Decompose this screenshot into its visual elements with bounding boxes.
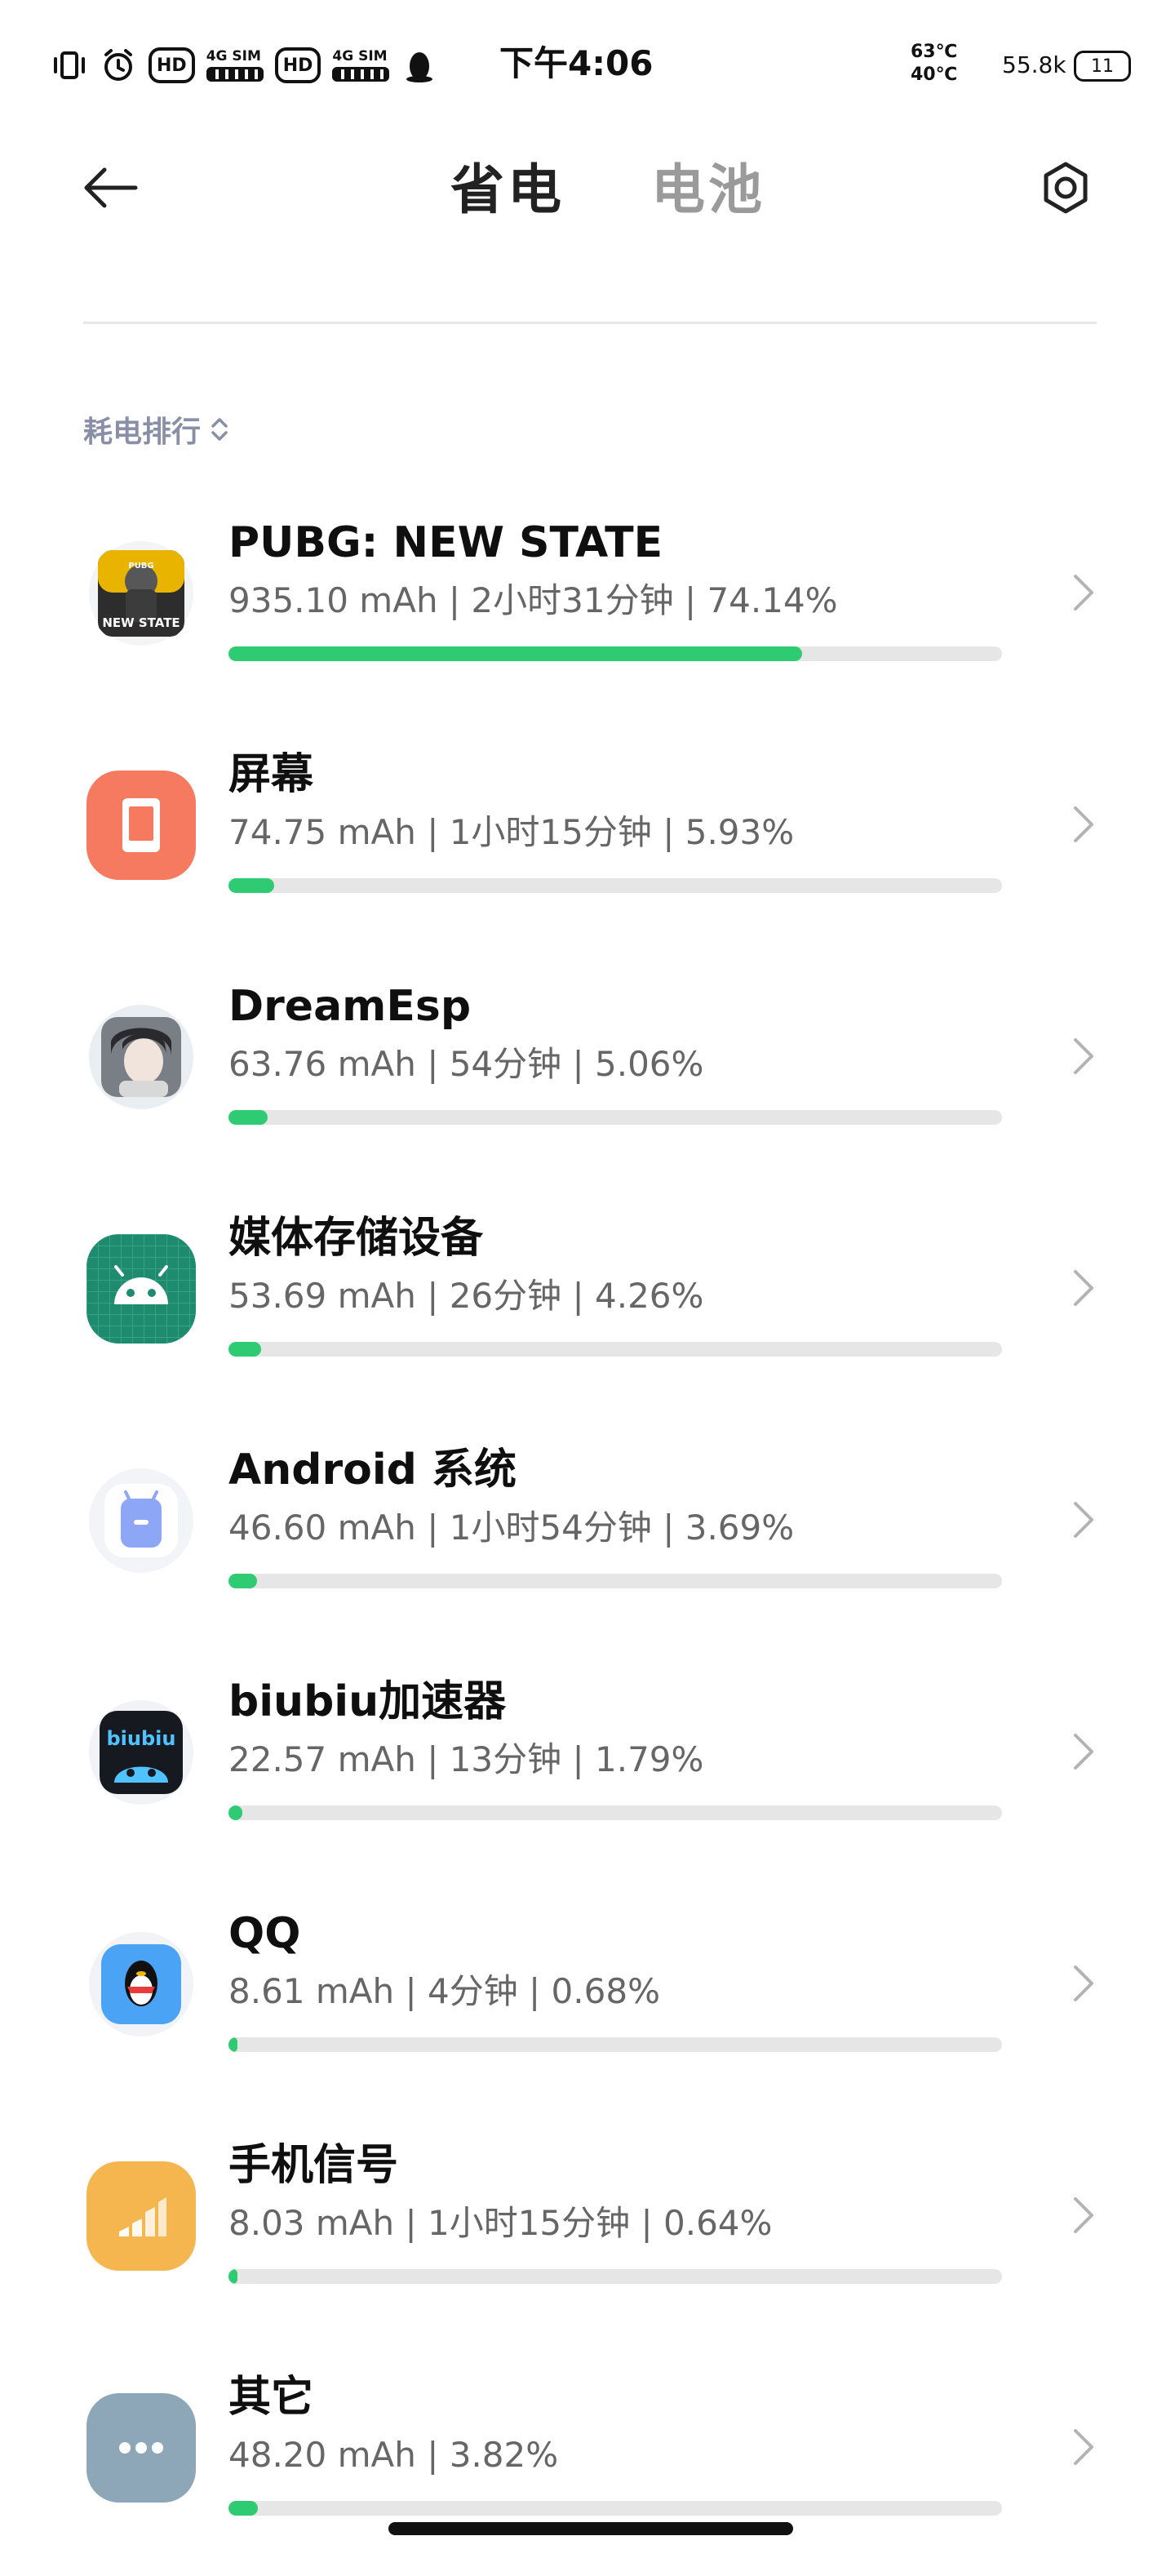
list-item-android-system[interactable]: Android 系统 46.60 mAh | 1小时54分钟 | 3.69% [0,1417,1175,1649]
list-item-dreamesp[interactable]: DreamEsp 63.76 mAh | 54分钟 | 5.06% [0,953,1175,1185]
chevron-right-icon [1074,806,1093,842]
usage-bar-fill [228,2501,259,2516]
more-dots-icon [86,2393,196,2503]
settings-button[interactable] [1033,155,1098,220]
item-usage: 74.75 mAh | 1小时15分钟 | 5.93% [228,812,795,852]
sort-updown-icon [211,418,228,441]
usage-bar-fill [228,1110,268,1125]
home-indicator[interactable] [388,2522,793,2535]
item-name: biubiu加速器 [228,1677,507,1726]
dreamesp-icon [86,1002,196,1112]
signal-bars-icon [332,67,390,82]
hd-badge-1: HD [149,47,195,83]
item-usage: 8.61 mAh | 4分钟 | 0.68% [228,1971,660,2011]
item-name: 其它 [228,2373,314,2422]
battery-level: 11 [1091,56,1114,77]
item-usage: 22.57 mAh | 13分钟 | 1.79% [228,1739,704,1779]
usage-bar-fill [228,1574,257,1588]
temp-bottom: 40℃ [911,64,958,85]
chevron-right-icon [1074,1965,1093,2001]
sort-selector[interactable]: 耗电排行 [83,408,230,451]
chevron-right-icon [1074,2429,1093,2465]
sort-label: 耗电排行 [83,415,202,449]
android-system-icon [86,1466,196,1575]
sim2-signal: 4G SIM [332,48,390,82]
usage-bar [228,1342,1002,1357]
item-usage: 48.20 mAh | 3.82% [228,2435,559,2475]
usage-bar [228,1805,1002,1820]
usage-bar [228,646,1002,661]
usage-bar-fill [228,1342,262,1357]
chevron-right-icon [1074,2197,1093,2233]
tab-battery[interactable]: 电池 [651,153,765,227]
svg-text:biubiu: biubiu [107,1727,176,1750]
header: 省电 电池 [0,139,1175,237]
screen-icon [86,771,196,880]
usage-bar-fill [228,646,802,661]
vibrate-icon [51,47,88,84]
item-usage: 8.03 mAh | 1小时15分钟 | 0.64% [228,2203,773,2243]
usage-bar-fill [228,2037,238,2052]
item-usage: 53.69 mAh | 26分钟 | 4.26% [228,1276,704,1316]
list-item-cell-signal[interactable]: 手机信号 8.03 mAh | 1小时15分钟 | 0.64% [0,2112,1175,2344]
item-name: 媒体存储设备 [228,1214,484,1263]
svg-text:NEW STATE: NEW STATE [102,615,180,630]
temp-top: 63℃ [911,42,958,62]
usage-bar [228,878,1002,893]
chevron-right-icon [1074,575,1093,611]
sim2-label: 4G SIM [332,48,388,64]
usage-bar [228,2269,1002,2284]
chevron-right-icon [1074,1270,1093,1306]
sim1-signal: 4G SIM [206,49,264,82]
list-item-pubg[interactable]: PUBG NEW STATE PUBG: NEW STATE 935.10 mA… [0,490,1175,722]
usage-bar [228,2037,1002,2052]
status-bar: HD 4G SIM HD 4G SIM 下午4:06 63℃ 40℃ 55.8k… [0,0,1175,122]
item-usage: 935.10 mAh | 2小时31分钟 | 74.14% [228,580,838,620]
gear-icon [1044,162,1088,214]
item-name: DreamEsp [228,982,472,1031]
list-item-biubiu[interactable]: biubiu biubiu加速器 22.57 mAh | 13分钟 | 1.79… [0,1649,1175,1881]
qq-penguin-icon [401,47,438,84]
pubg-icon: PUBG NEW STATE [86,539,196,648]
chevron-right-icon [1074,1502,1093,1538]
usage-bar [228,1574,1002,1588]
item-usage: 46.60 mAh | 1小时54分钟 | 3.69% [228,1508,795,1548]
battery-icon: 11 [1074,51,1131,82]
signal-icon [86,2161,196,2271]
status-icons-left: HD 4G SIM HD 4G SIM [51,41,438,90]
list-item-screen[interactable]: 屏幕 74.75 mAh | 1小时15分钟 | 5.93% [0,722,1175,953]
clock: 下午4:06 [499,43,654,83]
usage-bar [228,2501,1002,2516]
biubiu-icon: biubiu [86,1698,196,1807]
header-divider [83,322,1097,324]
svg-text:PUBG: PUBG [128,562,153,571]
list-item-other[interactable]: 其它 48.20 mAh | 3.82% [0,2344,1175,2576]
android-media-icon [86,1234,196,1344]
item-name: 手机信号 [228,2141,399,2190]
usage-bar-fill [228,1805,242,1820]
alarm-icon [100,47,137,84]
temperature-readout: 63℃ 40℃ [911,41,957,87]
list-item-media-storage[interactable]: 媒体存储设备 53.69 mAh | 26分钟 | 4.26% [0,1185,1175,1417]
qq-icon [86,1930,196,2039]
usage-bar-fill [228,2269,238,2284]
item-name: PUBG: NEW STATE [228,518,663,567]
signal-bars-icon [206,67,264,82]
item-name: QQ [228,1909,301,1958]
usage-bar [228,1110,1002,1125]
item-usage: 63.76 mAh | 54分钟 | 5.06% [228,1044,704,1084]
network-speed: 55.8k [1002,51,1066,78]
hd-badge-2: HD [274,47,321,83]
chevron-right-icon [1074,1734,1093,1770]
sim1-label: 4G SIM [206,48,261,64]
usage-bar-fill [228,878,275,893]
back-button[interactable] [82,158,140,217]
tab-power-saving[interactable]: 省电 [450,153,565,227]
arrow-left-icon [84,167,138,208]
item-name: 屏幕 [228,750,314,799]
list-item-qq[interactable]: QQ 8.61 mAh | 4分钟 | 0.68% [0,1881,1175,2112]
item-name: Android 系统 [228,1446,517,1495]
chevron-right-icon [1074,1038,1093,1074]
